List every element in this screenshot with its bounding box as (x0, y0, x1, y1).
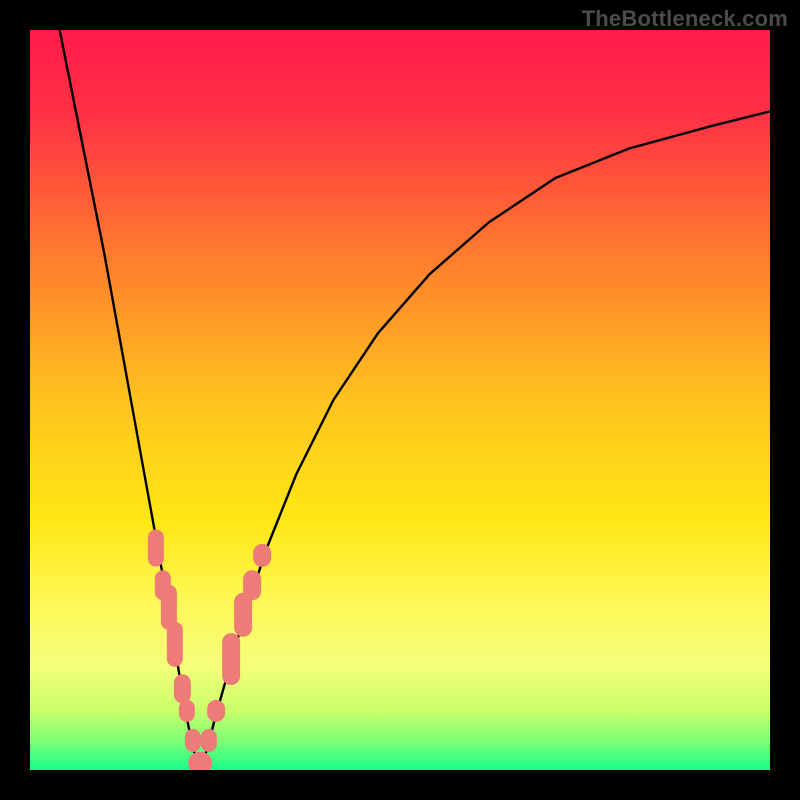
curve-marker-5 (179, 700, 195, 722)
curve-marker-3 (167, 622, 183, 666)
chart-frame: TheBottleneck.com (0, 0, 800, 800)
curve-marker-7 (188, 752, 212, 771)
curve-marker-12 (243, 570, 261, 600)
curve-marker-13 (253, 544, 271, 566)
watermark-text: TheBottleneck.com (582, 6, 788, 32)
curve-marker-0 (148, 530, 164, 567)
curve-marker-8 (201, 729, 217, 751)
curve-right-branch (200, 111, 770, 770)
curve-marker-6 (185, 729, 201, 751)
curve-marker-10 (222, 633, 240, 685)
bottleneck-curve (30, 30, 770, 770)
plot-area (30, 30, 770, 770)
curve-marker-9 (208, 700, 226, 722)
